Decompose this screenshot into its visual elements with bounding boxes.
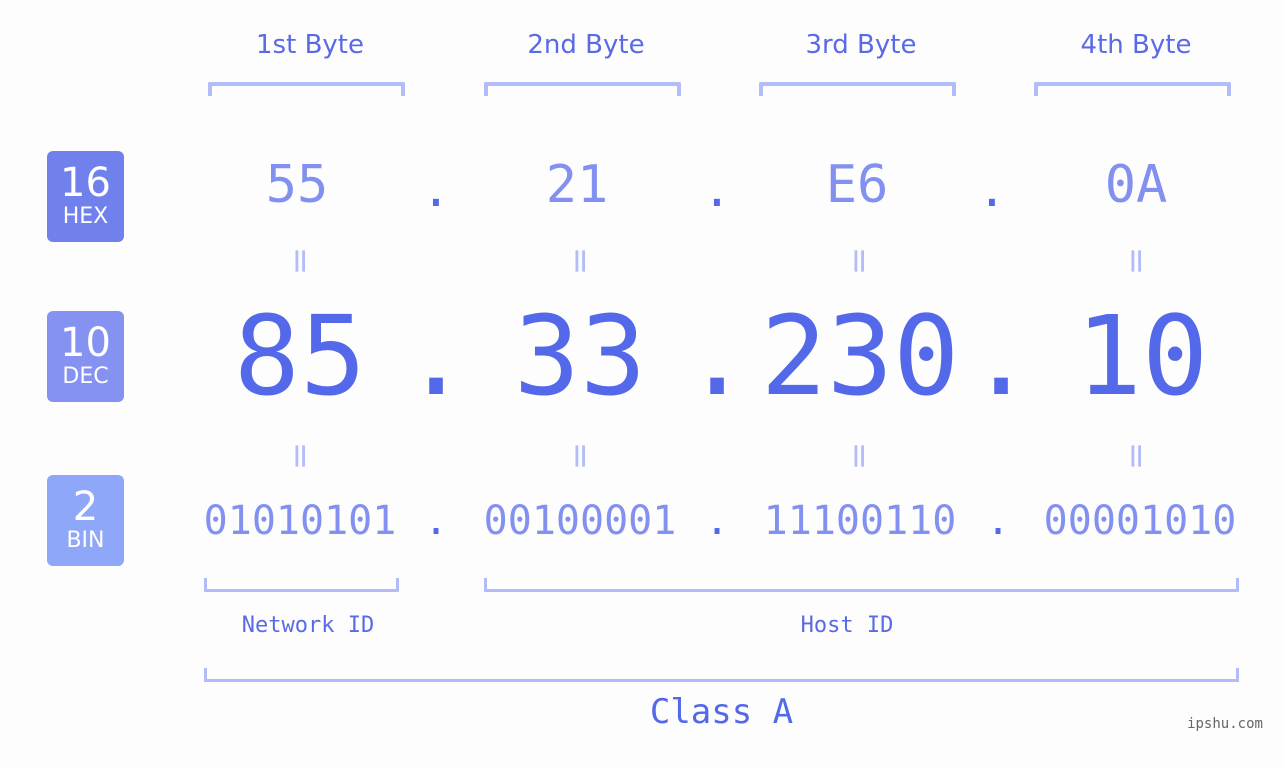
byte-bracket-3	[759, 82, 956, 96]
equals-sign: =	[280, 246, 320, 274]
host-id-bracket	[484, 578, 1239, 592]
dec-octet-2: 33	[513, 292, 647, 420]
byte-bracket-4	[1034, 82, 1231, 96]
dec-label: DEC	[62, 364, 109, 389]
hex-octet-3: E6	[825, 155, 889, 215]
hex-dot-1: .	[421, 162, 451, 218]
bin-octet-1: 01010101	[203, 498, 397, 544]
host-id-label: Host ID	[800, 613, 894, 638]
hex-dot-2: .	[702, 162, 732, 218]
equals-sign: =	[839, 246, 879, 274]
dec-badge: 10 DEC	[47, 311, 124, 402]
bin-label: BIN	[66, 528, 105, 553]
equals-sign: =	[839, 441, 879, 469]
dec-octet-4: 10	[1075, 292, 1209, 420]
dec-base: 10	[60, 320, 111, 366]
equals-sign: =	[1116, 441, 1156, 469]
hex-octet-2: 21	[545, 155, 609, 215]
byte-header-1: 1st Byte	[256, 30, 364, 60]
byte-bracket-2	[484, 82, 681, 96]
bin-badge: 2 BIN	[47, 475, 124, 566]
equals-sign: =	[280, 441, 320, 469]
byte-header-2: 2nd Byte	[527, 30, 645, 60]
bin-octet-2: 00100001	[483, 498, 677, 544]
hex-octet-4: 0A	[1104, 155, 1168, 215]
equals-sign: =	[1116, 246, 1156, 274]
bin-octet-3: 11100110	[763, 498, 957, 544]
hex-label: HEX	[62, 204, 109, 229]
hex-octet-1: 55	[265, 155, 329, 215]
class-bracket	[204, 668, 1239, 682]
dec-dot-1: .	[403, 292, 470, 420]
bin-base: 2	[72, 484, 99, 530]
hex-base: 16	[60, 160, 111, 206]
watermark: ipshu.com	[1187, 716, 1263, 732]
network-id-label: Network ID	[241, 613, 375, 638]
hex-badge: 16 HEX	[47, 151, 124, 242]
byte-bracket-1	[208, 82, 405, 96]
dec-octet-3: 230	[760, 292, 960, 420]
byte-header-4: 4th Byte	[1080, 30, 1192, 60]
byte-header-3: 3rd Byte	[805, 30, 917, 60]
network-id-bracket	[204, 578, 399, 592]
dec-octet-1: 85	[233, 292, 367, 420]
hex-dot-3: .	[977, 162, 1007, 218]
class-label: Class A	[649, 692, 794, 732]
bin-octet-4: 00001010	[1043, 498, 1237, 544]
equals-sign: =	[560, 246, 600, 274]
equals-sign: =	[560, 441, 600, 469]
